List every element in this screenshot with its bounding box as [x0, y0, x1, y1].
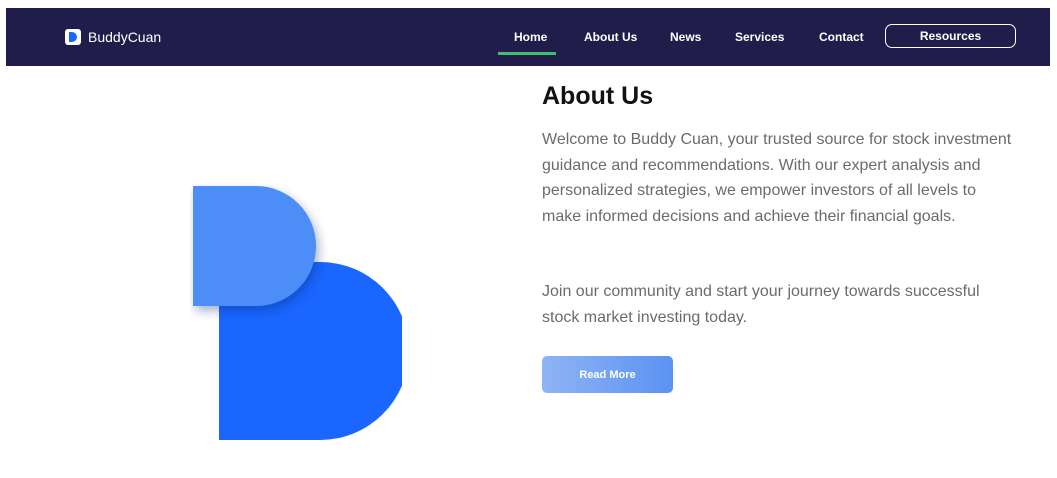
navbar: BuddyCuan Home About Us News Services Co…	[6, 8, 1050, 66]
page: BuddyCuan Home About Us News Services Co…	[0, 0, 1057, 478]
nav-contact[interactable]: Contact	[819, 8, 864, 66]
b-upper-bowl-shape	[193, 186, 316, 306]
nav-services[interactable]: Services	[735, 8, 784, 66]
brand[interactable]: BuddyCuan	[65, 8, 161, 66]
about-paragraph-intro: Welcome to Buddy Cuan, your trusted sour…	[542, 131, 1012, 225]
read-more-button[interactable]: Read More	[542, 356, 673, 393]
buddycuan-b-logo-illustration	[193, 186, 402, 440]
nav-home[interactable]: Home	[514, 8, 547, 66]
about-title: About Us	[542, 82, 654, 110]
nav-about-us[interactable]: About Us	[584, 8, 637, 66]
nav-news[interactable]: News	[670, 8, 701, 66]
buddycuan-logo-icon	[65, 29, 81, 45]
about-paragraph-join: Join our community and start your journe…	[542, 283, 980, 326]
resources-button[interactable]: Resources	[885, 24, 1016, 48]
brand-name: BuddyCuan	[88, 29, 162, 45]
nav-active-indicator	[498, 52, 556, 55]
